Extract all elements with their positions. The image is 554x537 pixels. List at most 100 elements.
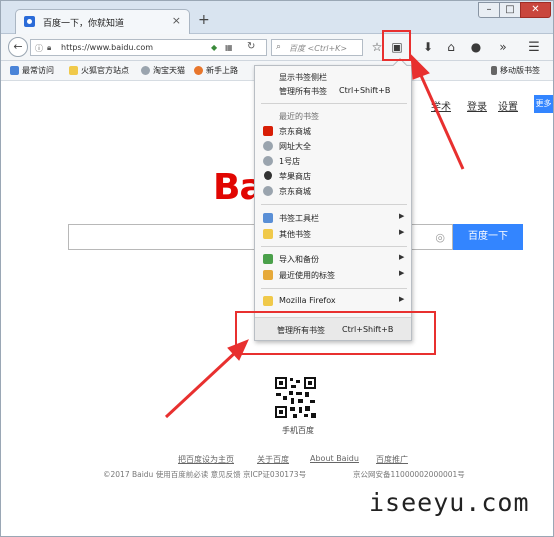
manage-bookmarks-highlight-box: [235, 311, 436, 355]
folder-icon: [10, 66, 19, 75]
menu-header-label: 最近的书签: [279, 112, 319, 121]
footer-copyright: ©2017 Baidu 使用百度前必读 意见反馈 京ICP证030173号: [103, 470, 307, 479]
mobile-bookmarks-label: 移动版书签: [500, 66, 540, 75]
download-icon[interactable]: ⬇: [420, 40, 436, 54]
bookmark-item-most-visited[interactable]: 最常访问: [10, 65, 54, 76]
submenu-arrow-icon: ▶: [399, 269, 405, 277]
globe-icon: [263, 186, 273, 196]
search-icon: ⌕: [276, 42, 282, 52]
chat-icon[interactable]: ●: [468, 40, 484, 54]
tab-strip: 百度一下，你就知道 × + – □ ✕: [1, 1, 553, 34]
phone-icon: [491, 66, 497, 75]
globe-icon: [263, 141, 273, 151]
back-button[interactable]: ←: [8, 37, 28, 57]
baidu-favicon-icon: [24, 16, 35, 27]
tab-title: 百度一下，你就知道: [43, 19, 125, 29]
menu-item-shortcut: Ctrl+Shift+B: [339, 86, 391, 95]
firefox-icon: [194, 66, 203, 75]
maximize-button[interactable]: □: [499, 2, 521, 18]
menu-item-recent-hao123[interactable]: 网址大全: [255, 140, 411, 153]
menu-item-label: 网址大全: [279, 142, 311, 151]
menu-item-recent-jd[interactable]: 京东商城: [255, 125, 411, 138]
link-settings[interactable]: 设置: [498, 98, 518, 113]
menu-item-other-bookmarks[interactable]: 其他书签 ▶: [255, 228, 411, 241]
lock-icon: 🔒︎: [47, 43, 52, 52]
bookmark-item-taobao[interactable]: 淘宝天猫: [141, 65, 185, 76]
overflow-icon[interactable]: »: [495, 40, 511, 54]
reload-icon[interactable]: ↻: [247, 41, 255, 52]
qr-code: [274, 376, 317, 419]
menu-item-show-sidebar[interactable]: 显示书签侧栏: [255, 71, 411, 84]
bookmarks-button-highlight-box: [382, 30, 411, 61]
menu-separator: [261, 103, 407, 104]
menu-item-recent-tags[interactable]: 最近使用的标签 ▶: [255, 269, 411, 282]
apple-icon: [264, 171, 272, 180]
mobile-bookmarks[interactable]: 移动版书签: [491, 65, 540, 76]
shield-icon[interactable]: ◆: [211, 43, 217, 52]
tab-baidu[interactable]: 百度一下，你就知道 ×: [15, 9, 190, 34]
folder-icon: [69, 66, 78, 75]
reader-view-icon[interactable]: ▦: [225, 43, 233, 52]
menu-item-label: 显示书签侧栏: [279, 73, 327, 82]
globe-icon: [263, 156, 273, 166]
menu-separator: [261, 246, 407, 247]
menu-item-label: 京东商城: [279, 127, 311, 136]
footer-link-homepage[interactable]: 把百度设为主页: [178, 454, 234, 465]
menu-item-import-backup[interactable]: 导入和备份 ▶: [255, 253, 411, 266]
menu-item-label: 苹果商店: [279, 172, 311, 181]
menu-item-bookmarks-toolbar[interactable]: 书签工具栏 ▶: [255, 212, 411, 225]
bookmark-label: 淘宝天猫: [153, 66, 185, 75]
menu-item-label: 京东商城: [279, 187, 311, 196]
footer-link-about[interactable]: 关于百度: [257, 454, 289, 465]
search-placeholder: 百度 <Ctrl+K>: [289, 44, 348, 53]
hamburger-menu-icon[interactable]: ☰: [526, 40, 542, 55]
import-icon: [263, 254, 273, 264]
folder-icon: [263, 229, 273, 239]
menu-item-label: Mozilla Firefox: [279, 296, 336, 305]
submenu-arrow-icon: ▶: [399, 253, 405, 261]
menu-item-manage-all[interactable]: 管理所有书签 Ctrl+Shift+B: [255, 85, 411, 98]
bookmark-item-firefox[interactable]: 火狐官方站点: [69, 65, 129, 76]
navigation-bar: ← ⓘ 🔒︎ https://www.baidu.com ◆ ▦ ↻ ⌕ 百度 …: [1, 34, 553, 61]
menu-item-recent-yhd[interactable]: 1号店: [255, 155, 411, 168]
menu-item-label: 其他书签: [279, 230, 311, 239]
new-tab-button[interactable]: +: [198, 12, 210, 28]
baidu-search-button[interactable]: 百度一下: [453, 224, 523, 250]
menu-separator: [261, 204, 407, 205]
footer-link-promotion[interactable]: 百度推广: [376, 454, 408, 465]
home-icon[interactable]: ⌂: [443, 40, 459, 54]
bookmarks-dropdown-menu: 显示书签侧栏 管理所有书签 Ctrl+Shift+B 最近的书签 京东商城 网址…: [254, 57, 412, 341]
menu-item-label: 1号店: [279, 157, 301, 166]
footer-link-about-en[interactable]: About Baidu: [310, 454, 359, 463]
submenu-arrow-icon: ▶: [399, 228, 405, 236]
menu-item-mozilla-firefox[interactable]: Mozilla Firefox ▶: [255, 295, 411, 308]
folder-icon: [263, 296, 273, 306]
menu-header-recent: 最近的书签: [255, 110, 411, 123]
bookmark-item-getting-started[interactable]: 新手上路: [194, 65, 238, 76]
jd-icon: [263, 126, 273, 136]
menu-separator: [261, 288, 407, 289]
watermark-text: iseeyu.com: [369, 488, 530, 517]
browser-window: 百度一下，你就知道 × + – □ ✕ ← ⓘ 🔒︎ https://www.b…: [0, 0, 554, 537]
url-text[interactable]: https://www.baidu.com: [61, 43, 153, 52]
menu-item-recent-jd-2[interactable]: 京东商城: [255, 185, 411, 198]
qr-label: 手机百度: [282, 426, 314, 435]
camera-icon[interactable]: ◎: [435, 231, 445, 244]
menu-item-label: 导入和备份: [279, 255, 319, 264]
search-bar[interactable]: ⌕ 百度 <Ctrl+K>: [271, 39, 363, 56]
menu-item-label: 管理所有书签: [279, 87, 327, 96]
link-login[interactable]: 登录: [467, 98, 487, 113]
close-tab-icon[interactable]: ×: [172, 14, 181, 27]
menu-item-label: 最近使用的标签: [279, 271, 335, 280]
link-xueshu[interactable]: 学术: [431, 98, 451, 113]
toolbar-folder-icon: [263, 213, 273, 223]
info-icon[interactable]: ⓘ: [35, 43, 43, 54]
close-window-button[interactable]: ✕: [520, 2, 551, 18]
footer-police-record[interactable]: 京公网安备11000002000001号: [353, 469, 465, 480]
url-bar[interactable]: ⓘ 🔒︎ https://www.baidu.com ◆ ▦ ↻: [30, 39, 267, 56]
more-products-button[interactable]: 更多: [534, 95, 553, 113]
submenu-arrow-icon: ▶: [399, 212, 405, 220]
bookmark-label: 最常访问: [22, 66, 54, 75]
menu-item-recent-apple[interactable]: 苹果商店: [255, 170, 411, 183]
minimize-button[interactable]: –: [478, 2, 500, 18]
